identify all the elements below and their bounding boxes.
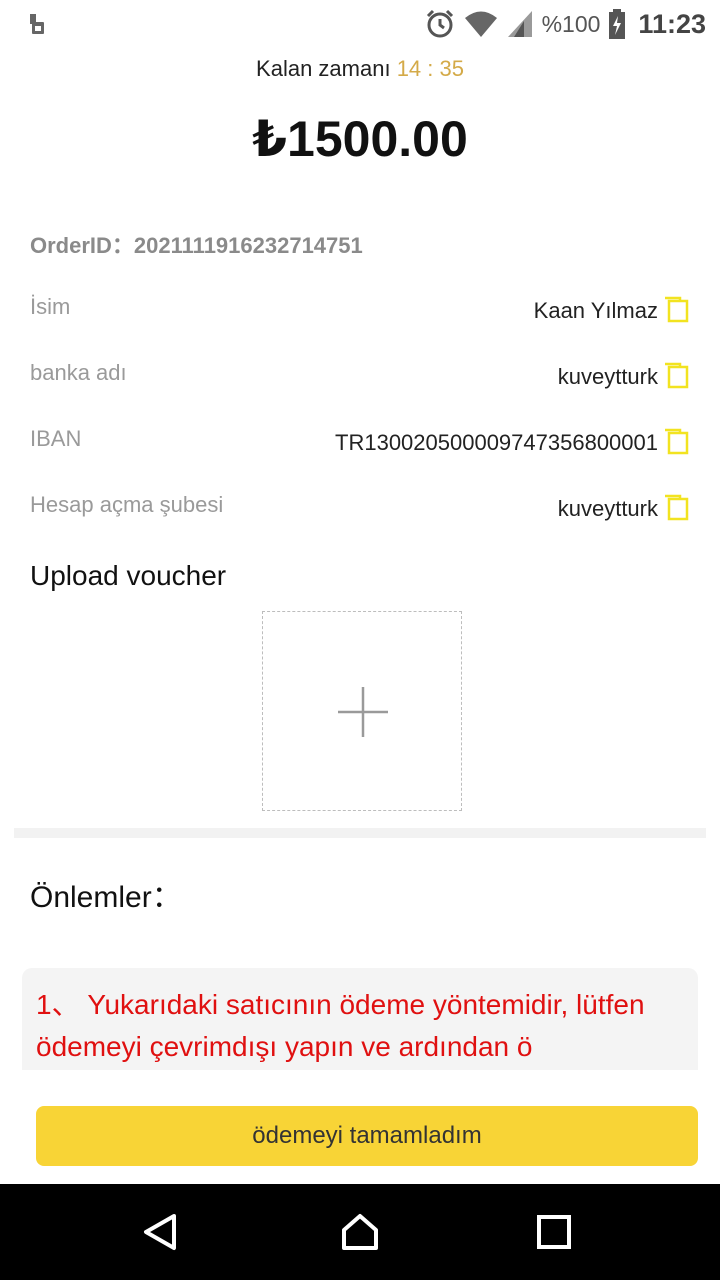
- order-id-label: OrderID：: [30, 233, 134, 258]
- order-id: OrderID：2021111916232714751: [30, 228, 363, 260]
- navigation-bar: [0, 1184, 720, 1280]
- sim-icon: [30, 14, 44, 34]
- remaining-time-label: Kalan zamanı: [256, 56, 391, 81]
- order-id-value: 2021111916232714751: [133, 233, 363, 258]
- wifi-icon: [464, 11, 497, 37]
- copy-icon[interactable]: [660, 360, 690, 390]
- copy-icon[interactable]: [660, 294, 690, 324]
- detail-row-name: İsim Kaan Yılmaz: [0, 294, 720, 344]
- section-divider: [14, 828, 706, 838]
- detail-label: IBAN: [30, 426, 82, 451]
- status-bar: %100 11:23: [0, 0, 720, 48]
- copy-icon[interactable]: [660, 426, 690, 456]
- notes-text: 1、 Yukarıdaki satıcının ödeme yöntemidir…: [36, 989, 645, 1062]
- upload-voucher-title: Upload voucher: [30, 560, 227, 591]
- signal-icon: [507, 11, 532, 37]
- back-icon[interactable]: [140, 1212, 180, 1252]
- payment-completed-button[interactable]: ödemeyi tamamladım: [36, 1106, 698, 1166]
- detail-row-iban: IBAN TR130020500009747356800001: [0, 426, 720, 476]
- detail-label: banka adı: [30, 360, 127, 385]
- detail-label: Hesap açma şubesi: [30, 492, 224, 517]
- remaining-time-value: 14 : 35: [396, 56, 464, 81]
- notes-title: Önlemler：: [30, 881, 182, 914]
- copy-icon[interactable]: [660, 492, 690, 522]
- payment-amount: ₺1500.00: [252, 111, 468, 167]
- detail-value: Kaan Yılmaz: [533, 298, 658, 323]
- detail-value: TR130020500009747356800001: [335, 430, 658, 455]
- detail-value: kuveytturk: [557, 364, 658, 389]
- remaining-time: Kalan zamanı 14 : 35: [0, 56, 720, 82]
- battery-charging-icon: [609, 9, 626, 39]
- detail-label: İsim: [30, 294, 71, 319]
- home-icon[interactable]: [340, 1212, 380, 1252]
- battery-percent: %100: [541, 10, 601, 37]
- alarm-icon: [426, 9, 453, 38]
- detail-row-bank: banka adı kuveytturk: [0, 360, 720, 410]
- notes-box: 1、 Yukarıdaki satıcının ödeme yöntemidir…: [22, 968, 698, 1070]
- plus-icon: [338, 687, 388, 737]
- detail-value: kuveytturk: [557, 496, 658, 521]
- recents-icon[interactable]: [534, 1212, 574, 1252]
- detail-row-branch: Hesap açma şubesi kuveytturk: [0, 492, 720, 542]
- clock: 11:23: [638, 8, 706, 39]
- upload-voucher-button[interactable]: [262, 611, 462, 811]
